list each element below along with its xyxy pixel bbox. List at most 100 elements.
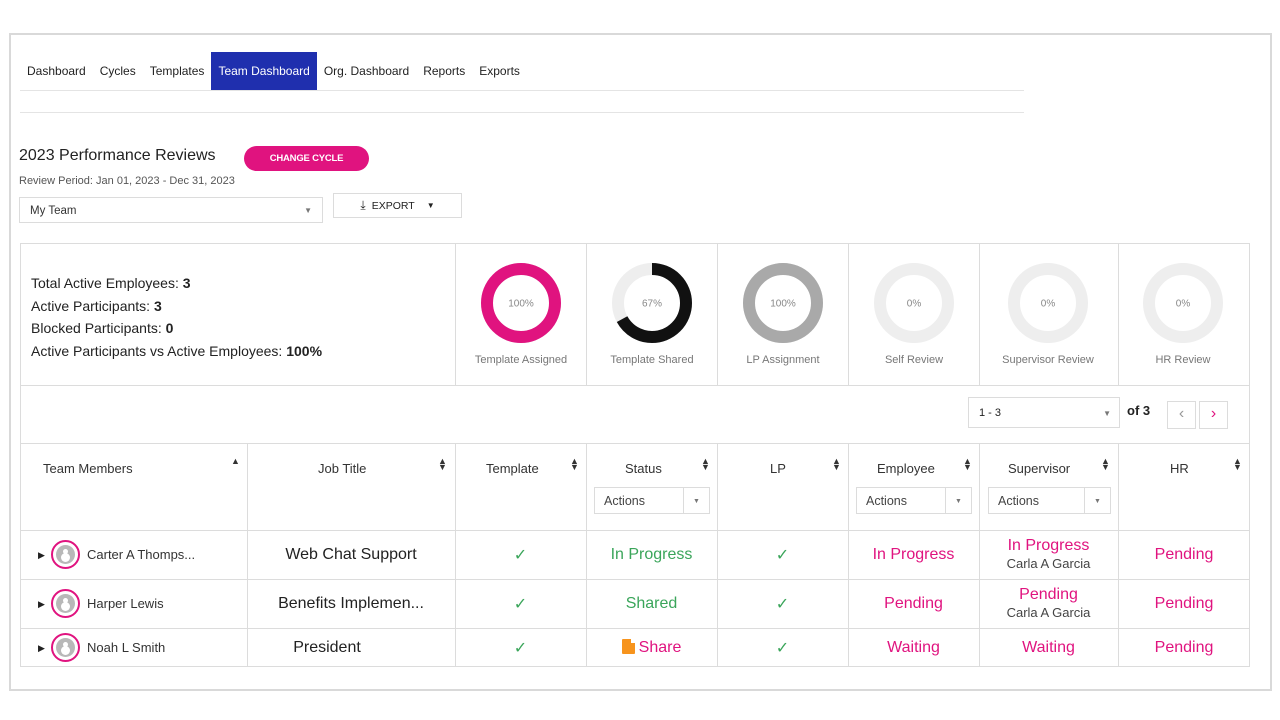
check-icon: ✓ (513, 640, 528, 657)
avatar (51, 540, 80, 569)
donut-label: LP Assignment (746, 354, 820, 366)
supervisor-status[interactable]: In Progress Carla A Garcia (979, 537, 1118, 573)
next-page-button[interactable]: › (1199, 401, 1228, 429)
tab-templates[interactable]: Templates (143, 52, 212, 90)
nav-divider (20, 112, 1024, 113)
divider (20, 443, 1250, 444)
stat-blocked-participants: Blocked Participants: 0 (31, 320, 174, 336)
donut-percent: 0% (1176, 299, 1191, 310)
expand-icon[interactable]: ▶ (38, 550, 45, 561)
sort-asc-icon[interactable]: ▲ (231, 457, 240, 466)
download-icon: ⤓ (360, 198, 366, 212)
job-title: President (293, 639, 361, 656)
check-icon: ✓ (775, 547, 790, 564)
tab-cycles[interactable]: Cycles (93, 52, 143, 90)
expand-icon[interactable]: ▶ (38, 643, 45, 654)
job-title: Web Chat Support (285, 546, 417, 563)
sort-icon[interactable]: ▲ ▼ (570, 457, 579, 472)
donut-label: Template Assigned (474, 354, 568, 366)
chevron-right-icon: › (1210, 405, 1217, 422)
tab-org-dashboard[interactable]: Org. Dashboard (317, 52, 416, 90)
job-title: Benefits Implemen... (278, 595, 424, 612)
employee-status[interactable]: Waiting (848, 639, 979, 657)
expand-icon[interactable]: ▶ (38, 599, 45, 610)
member-name[interactable]: Harper Lewis (87, 596, 164, 611)
page-count: of 3 (1127, 403, 1151, 418)
donut-lp-assignment: 100% (743, 263, 823, 343)
donut-template-assigned: 100% (481, 263, 561, 343)
col-header-hr[interactable]: HR (1170, 461, 1189, 476)
check-icon: ✓ (513, 596, 528, 613)
employee-status[interactable]: In Progress (848, 546, 979, 564)
supervisor-name: Carla A Garcia (1006, 605, 1091, 620)
prev-page-button[interactable]: ‹ (1167, 401, 1196, 429)
divider (20, 385, 1250, 386)
donut-percent: 67% (642, 299, 662, 310)
chevron-down-icon: ▼ (304, 206, 312, 215)
donut-label: HR Review (1155, 354, 1211, 366)
tab-exports[interactable]: Exports (472, 52, 527, 90)
donut-supervisor-review: 0% (1008, 263, 1088, 343)
col-header-template[interactable]: Template (486, 461, 539, 476)
employee-status[interactable]: Pending (848, 595, 979, 613)
stats-summary: Total Active Employees: 3 Active Partici… (31, 272, 322, 362)
status-value[interactable]: Shared (586, 595, 717, 613)
stat-participants-vs-employees: Active Participants vs Active Employees:… (31, 342, 323, 359)
tab-dashboard[interactable]: Dashboard (20, 52, 93, 90)
page-range-select[interactable]: 1 - 3 ▼ (968, 397, 1120, 428)
donut-template-shared: 67% (612, 263, 692, 343)
col-header-team-members[interactable]: Team Members (43, 461, 133, 476)
status-actions-select[interactable]: Actions ▼ (594, 487, 710, 514)
divider (20, 530, 1250, 531)
tab-reports[interactable]: Reports (416, 52, 472, 90)
status-value[interactable]: In Progress (586, 546, 717, 564)
col-header-job-title[interactable]: Job Title (318, 461, 366, 476)
team-select[interactable]: My Team ▼ (19, 197, 323, 223)
nav-divider (20, 90, 1024, 91)
hr-status[interactable]: Pending (1118, 595, 1250, 613)
divider (20, 628, 1250, 629)
sort-icon[interactable]: ▲ ▼ (438, 457, 447, 472)
divider (20, 579, 1250, 580)
col-header-lp[interactable]: LP (770, 461, 786, 476)
col-header-supervisor[interactable]: Supervisor (1008, 461, 1070, 476)
share-link[interactable]: Share (586, 639, 717, 657)
supervisor-status[interactable]: Pending Carla A Garcia (979, 586, 1118, 622)
col-header-status[interactable]: Status (625, 461, 662, 476)
avatar (51, 589, 80, 618)
supervisor-status[interactable]: Waiting (979, 639, 1118, 657)
employee-actions-select[interactable]: Actions ▼ (856, 487, 972, 514)
member-name[interactable]: Carter A Thomps... (87, 547, 195, 562)
donut-label: Self Review (884, 354, 944, 366)
tab-team-dashboard[interactable]: Team Dashboard (211, 52, 317, 90)
sort-icon[interactable]: ▲ ▼ (1233, 457, 1242, 472)
avatar (51, 633, 80, 662)
team-select-value: My Team (30, 205, 77, 217)
donut-percent: 0% (907, 299, 922, 310)
donut-hr-review: 0% (1143, 263, 1223, 343)
export-button[interactable]: ⤓ EXPORT ▼ (333, 193, 462, 218)
change-cycle-button[interactable]: CHANGE CYCLE (244, 146, 369, 171)
supervisor-name: Carla A Garcia (1006, 556, 1091, 571)
sort-icon[interactable]: ▲ ▼ (701, 457, 710, 472)
donut-percent: 0% (1041, 299, 1056, 310)
check-icon: ✓ (513, 547, 528, 564)
hr-status[interactable]: Pending (1118, 546, 1250, 564)
hr-status[interactable]: Pending (1118, 639, 1250, 657)
check-icon: ✓ (775, 596, 790, 613)
chevron-down-icon: ▼ (945, 488, 971, 513)
sort-icon[interactable]: ▲ ▼ (963, 457, 972, 472)
page-range-value: 1 - 3 (979, 407, 1002, 419)
divider (979, 243, 980, 385)
col-header-employee[interactable]: Employee (877, 461, 935, 476)
supervisor-actions-select[interactable]: Actions ▼ (988, 487, 1111, 514)
sort-icon[interactable]: ▲ ▼ (1101, 457, 1110, 472)
page-title: 2023 Performance Reviews (19, 147, 216, 164)
donut-percent: 100% (770, 299, 796, 310)
sort-icon[interactable]: ▲ ▼ (832, 457, 841, 472)
member-name[interactable]: Noah L Smith (87, 640, 165, 655)
donut-label: Supervisor Review (1002, 354, 1094, 366)
main-nav: Dashboard Cycles Templates Team Dashboar… (20, 52, 527, 90)
chevron-down-icon: ▼ (1103, 409, 1111, 418)
share-icon (621, 639, 635, 654)
